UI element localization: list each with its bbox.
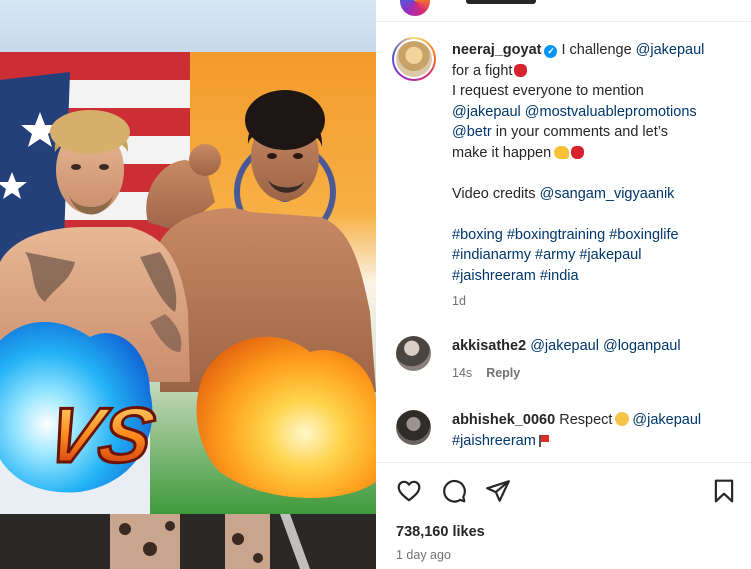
hashtag-link[interactable]: #jaishreeram (452, 268, 536, 284)
caption-text: for a fight (452, 62, 513, 79)
mention-link[interactable]: @sangam_vigyaanik (540, 186, 675, 202)
fight-poster-image: VS (0, 52, 376, 514)
mention-link[interactable]: @jakepaul (636, 42, 705, 58)
media-next-frame (0, 514, 376, 569)
verified-badge-icon: ✓ (544, 45, 558, 58)
caption-timestamp[interactable]: 1d (452, 294, 466, 308)
smiling-face-emoji-icon (615, 412, 630, 426)
mention-link[interactable]: @jakepaul (632, 412, 701, 428)
hashtag-link[interactable]: #jakepaul (579, 247, 641, 263)
caption-text: make it happen (452, 144, 552, 161)
hashtag-link[interactable]: #india (540, 268, 579, 284)
caption-text: I challenge (561, 42, 632, 58)
mention-link[interactable]: @jakepaul (530, 338, 599, 354)
caption-text: Video credits (452, 185, 536, 202)
reply-button[interactable]: Reply (486, 366, 520, 380)
post-side-panel: neeraj_goyat ✓ I challenge @jakepaul for … (376, 0, 751, 569)
caption-text: in your comments and let’s (495, 124, 668, 140)
bookmark-icon[interactable] (711, 478, 737, 504)
header-username-cut[interactable] (466, 0, 536, 4)
header-avatar[interactable] (400, 0, 430, 16)
post-header (376, 0, 751, 22)
comment-bubble-icon[interactable] (441, 478, 467, 504)
boxing-glove-emoji-icon (514, 63, 528, 77)
boxing-glove-emoji-icon (571, 145, 585, 159)
author-username[interactable]: neeraj_goyat (452, 42, 541, 58)
comment-item: akkisathe2 @jakepaul @loganpaul 14s Repl… (452, 336, 742, 383)
comment-text: Respect (559, 412, 613, 428)
mention-link[interactable]: @jakepaul (452, 104, 521, 120)
mention-link[interactable]: @mostvaluablepromotions (525, 104, 697, 120)
hashtag-link[interactable]: #boxingtraining (507, 227, 605, 243)
post-caption: neeraj_goyat ✓ I challenge @jakepaul for … (452, 40, 742, 312)
hashtag-link[interactable]: #indianarmy (452, 247, 531, 263)
commenter-avatar[interactable] (396, 410, 431, 445)
commenter-username[interactable]: akkisathe2 (452, 338, 526, 354)
red-flag-emoji-icon (538, 434, 549, 447)
comments-scroll-area[interactable]: neeraj_goyat ✓ I challenge @jakepaul for … (376, 22, 751, 462)
flexed-biceps-emoji-icon (554, 145, 570, 159)
post-timestamp[interactable]: 1 day ago (396, 548, 451, 562)
author-profile-picture (396, 41, 432, 77)
comment-item: abhishek_0060 Respect @jakepaul #jaishree… (452, 410, 742, 451)
commenter-avatar[interactable] (396, 336, 431, 371)
author-avatar[interactable] (392, 37, 436, 81)
share-paper-plane-icon[interactable] (485, 478, 511, 504)
vs-graphic-text: VS (39, 392, 162, 479)
hashtag-link[interactable]: #boxinglife (609, 227, 678, 243)
post-media[interactable]: VS (0, 0, 376, 569)
likes-count[interactable]: 738,160 likes (396, 524, 485, 540)
mention-link[interactable]: @loganpaul (603, 338, 681, 354)
hashtag-link[interactable]: #boxing (452, 227, 503, 243)
mention-link[interactable]: @betr (452, 124, 492, 140)
commenter-username[interactable]: abhishek_0060 (452, 412, 555, 428)
comment-timestamp[interactable]: 14s (452, 366, 472, 380)
heart-icon[interactable] (396, 478, 422, 504)
media-top-sky (0, 0, 376, 52)
actions-divider (376, 462, 751, 463)
hashtag-link[interactable]: #jaishreeram (452, 433, 536, 449)
hashtag-link[interactable]: #army (535, 247, 575, 263)
caption-text: I request everyone to mention (452, 83, 644, 99)
